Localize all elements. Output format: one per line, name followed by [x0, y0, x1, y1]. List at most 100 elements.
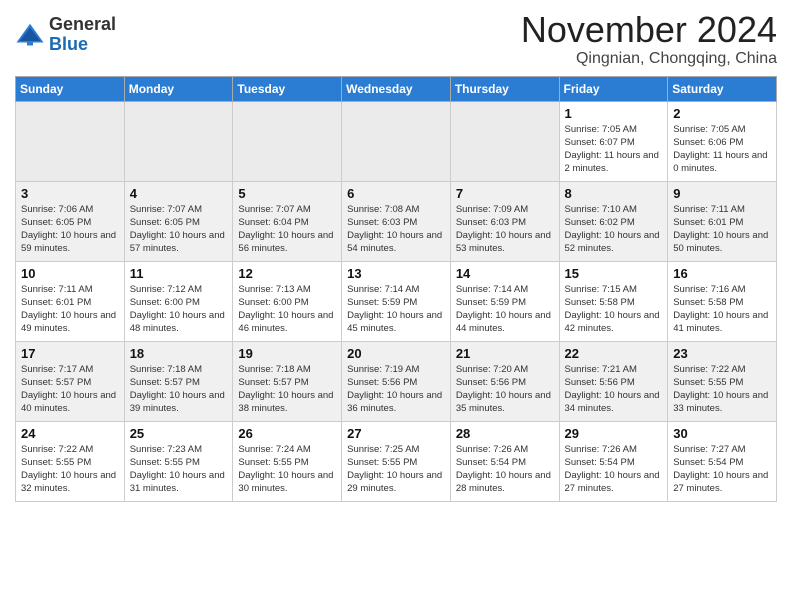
calendar-cell: 19Sunrise: 7:18 AMSunset: 5:57 PMDayligh…: [233, 341, 342, 421]
day-number: 5: [238, 186, 336, 201]
day-info: Sunrise: 7:09 AMSunset: 6:03 PMDaylight:…: [456, 203, 554, 256]
calendar-cell: [16, 101, 125, 181]
calendar-cell: 6Sunrise: 7:08 AMSunset: 6:03 PMDaylight…: [342, 181, 451, 261]
calendar-table: SundayMondayTuesdayWednesdayThursdayFrid…: [15, 76, 777, 502]
day-info: Sunrise: 7:26 AMSunset: 5:54 PMDaylight:…: [565, 443, 663, 496]
day-number: 26: [238, 426, 336, 441]
weekday-header-thursday: Thursday: [450, 76, 559, 101]
day-info: Sunrise: 7:17 AMSunset: 5:57 PMDaylight:…: [21, 363, 119, 416]
week-row-4: 17 Sunrise: 7:17 AMSunset: 5:57 PMDayligh…: [16, 341, 777, 421]
day-info: Sunrise: 7:20 AMSunset: 5:56 PMDaylight:…: [456, 363, 554, 416]
week-row-5: 24 Sunrise: 7:22 AMSunset: 5:55 PMDayligh…: [16, 421, 777, 501]
day-info: Sunrise: 7:07 AMSunset: 6:05 PMDaylight:…: [130, 203, 228, 256]
day-info: Sunrise: 7:25 AMSunset: 5:55 PMDaylight:…: [347, 443, 445, 496]
calendar-cell: 26Sunrise: 7:24 AMSunset: 5:55 PMDayligh…: [233, 421, 342, 501]
day-info: Sunrise: 7:21 AMSunset: 5:56 PMDaylight:…: [565, 363, 663, 416]
day-info: Sunrise: 7:08 AMSunset: 6:03 PMDaylight:…: [347, 203, 445, 256]
location-subtitle: Qingnian, Chongqing, China: [521, 50, 777, 68]
day-number: 11: [130, 266, 228, 281]
calendar-cell: 7 Sunrise: 7:09 AMSunset: 6:03 PMDaylight…: [450, 181, 559, 261]
calendar-cell: 14Sunrise: 7:14 AMSunset: 5:59 PMDayligh…: [450, 261, 559, 341]
day-info: Sunrise: 7:27 AMSunset: 5:54 PMDaylight:…: [673, 443, 771, 496]
calendar-cell: 11 Sunrise: 7:12 AMSunset: 6:00 PMDayligh…: [124, 261, 233, 341]
calendar-cell: 18Sunrise: 7:18 AMSunset: 5:57 PMDayligh…: [124, 341, 233, 421]
calendar-cell: 4 Sunrise: 7:07 AMSunset: 6:05 PMDaylight…: [124, 181, 233, 261]
logo-icon: [15, 20, 45, 50]
weekday-header-row: SundayMondayTuesdayWednesdayThursdayFrid…: [16, 76, 777, 101]
calendar-cell: 3 Sunrise: 7:06 AMSunset: 6:05 PMDaylight…: [16, 181, 125, 261]
day-number: 12: [238, 266, 336, 281]
calendar-cell: 12 Sunrise: 7:13 AMSunset: 6:00 PMDayligh…: [233, 261, 342, 341]
day-info: Sunrise: 7:15 AMSunset: 5:58 PMDaylight:…: [565, 283, 663, 336]
calendar-cell: [124, 101, 233, 181]
day-info: Sunrise: 7:05 AMSunset: 6:06 PMDaylight:…: [673, 123, 771, 176]
day-number: 9: [673, 186, 771, 201]
week-row-2: 3 Sunrise: 7:06 AMSunset: 6:05 PMDaylight…: [16, 181, 777, 261]
day-info: Sunrise: 7:23 AMSunset: 5:55 PMDaylight:…: [130, 443, 228, 496]
day-info: Sunrise: 7:19 AMSunset: 5:56 PMDaylight:…: [347, 363, 445, 416]
day-number: 24: [21, 426, 119, 441]
day-info: Sunrise: 7:18 AMSunset: 5:57 PMDaylight:…: [130, 363, 228, 416]
day-info: Sunrise: 7:11 AMSunset: 6:01 PMDaylight:…: [673, 203, 771, 256]
calendar-cell: 21 Sunrise: 7:20 AMSunset: 5:56 PMDayligh…: [450, 341, 559, 421]
day-number: 22: [565, 346, 663, 361]
day-info: Sunrise: 7:22 AMSunset: 5:55 PMDaylight:…: [673, 363, 771, 416]
week-row-3: 10 Sunrise: 7:11 AMSunset: 6:01 PMDayligh…: [16, 261, 777, 341]
day-number: 20: [347, 346, 445, 361]
title-block: November 2024 Qingnian, Chongqing, China: [521, 10, 777, 68]
day-info: Sunrise: 7:06 AMSunset: 6:05 PMDaylight:…: [21, 203, 119, 256]
day-number: 25: [130, 426, 228, 441]
day-info: Sunrise: 7:13 AMSunset: 6:00 PMDaylight:…: [238, 283, 336, 336]
calendar-cell: 13Sunrise: 7:14 AMSunset: 5:59 PMDayligh…: [342, 261, 451, 341]
day-number: 17: [21, 346, 119, 361]
day-number: 4: [130, 186, 228, 201]
day-number: 10: [21, 266, 119, 281]
day-number: 3: [21, 186, 119, 201]
calendar-cell: 16 Sunrise: 7:16 AMSunset: 5:58 PMDayligh…: [668, 261, 777, 341]
logo-general-text: General: [49, 15, 116, 35]
month-title: November 2024: [521, 10, 777, 50]
header: General Blue November 2024 Qingnian, Cho…: [15, 10, 777, 68]
day-number: 21: [456, 346, 554, 361]
calendar-cell: 9 Sunrise: 7:11 AMSunset: 6:01 PMDaylight…: [668, 181, 777, 261]
weekday-header-friday: Friday: [559, 76, 668, 101]
day-info: Sunrise: 7:11 AMSunset: 6:01 PMDaylight:…: [21, 283, 119, 336]
weekday-header-tuesday: Tuesday: [233, 76, 342, 101]
calendar-cell: 17 Sunrise: 7:17 AMSunset: 5:57 PMDayligh…: [16, 341, 125, 421]
day-number: 7: [456, 186, 554, 201]
calendar-cell: 23 Sunrise: 7:22 AMSunset: 5:55 PMDayligh…: [668, 341, 777, 421]
day-info: Sunrise: 7:14 AMSunset: 5:59 PMDaylight:…: [347, 283, 445, 336]
day-number: 30: [673, 426, 771, 441]
day-info: Sunrise: 7:07 AMSunset: 6:04 PMDaylight:…: [238, 203, 336, 256]
day-info: Sunrise: 7:26 AMSunset: 5:54 PMDaylight:…: [456, 443, 554, 496]
day-info: Sunrise: 7:12 AMSunset: 6:00 PMDaylight:…: [130, 283, 228, 336]
weekday-header-saturday: Saturday: [668, 76, 777, 101]
day-info: Sunrise: 7:16 AMSunset: 5:58 PMDaylight:…: [673, 283, 771, 336]
logo: General Blue: [15, 15, 116, 55]
day-number: 8: [565, 186, 663, 201]
calendar-cell: [342, 101, 451, 181]
calendar-cell: 30 Sunrise: 7:27 AMSunset: 5:54 PMDayligh…: [668, 421, 777, 501]
calendar-cell: 10 Sunrise: 7:11 AMSunset: 6:01 PMDayligh…: [16, 261, 125, 341]
day-number: 15: [565, 266, 663, 281]
day-number: 27: [347, 426, 445, 441]
day-info: Sunrise: 7:22 AMSunset: 5:55 PMDaylight:…: [21, 443, 119, 496]
calendar-cell: 22 Sunrise: 7:21 AMSunset: 5:56 PMDayligh…: [559, 341, 668, 421]
logo-text: General Blue: [49, 15, 116, 55]
weekday-header-wednesday: Wednesday: [342, 76, 451, 101]
page: General Blue November 2024 Qingnian, Cho…: [0, 0, 792, 512]
calendar-cell: 28 Sunrise: 7:26 AMSunset: 5:54 PMDayligh…: [450, 421, 559, 501]
calendar-cell: 2Sunrise: 7:05 AMSunset: 6:06 PMDaylight…: [668, 101, 777, 181]
calendar-cell: 5 Sunrise: 7:07 AMSunset: 6:04 PMDaylight…: [233, 181, 342, 261]
calendar-cell: 27 Sunrise: 7:25 AMSunset: 5:55 PMDayligh…: [342, 421, 451, 501]
weekday-header-monday: Monday: [124, 76, 233, 101]
day-number: 16: [673, 266, 771, 281]
day-info: Sunrise: 7:18 AMSunset: 5:57 PMDaylight:…: [238, 363, 336, 416]
calendar-cell: 29Sunrise: 7:26 AMSunset: 5:54 PMDayligh…: [559, 421, 668, 501]
day-number: 23: [673, 346, 771, 361]
day-info: Sunrise: 7:14 AMSunset: 5:59 PMDaylight:…: [456, 283, 554, 336]
day-info: Sunrise: 7:10 AMSunset: 6:02 PMDaylight:…: [565, 203, 663, 256]
calendar-cell: 24 Sunrise: 7:22 AMSunset: 5:55 PMDayligh…: [16, 421, 125, 501]
day-number: 28: [456, 426, 554, 441]
logo-blue-text: Blue: [49, 35, 116, 55]
